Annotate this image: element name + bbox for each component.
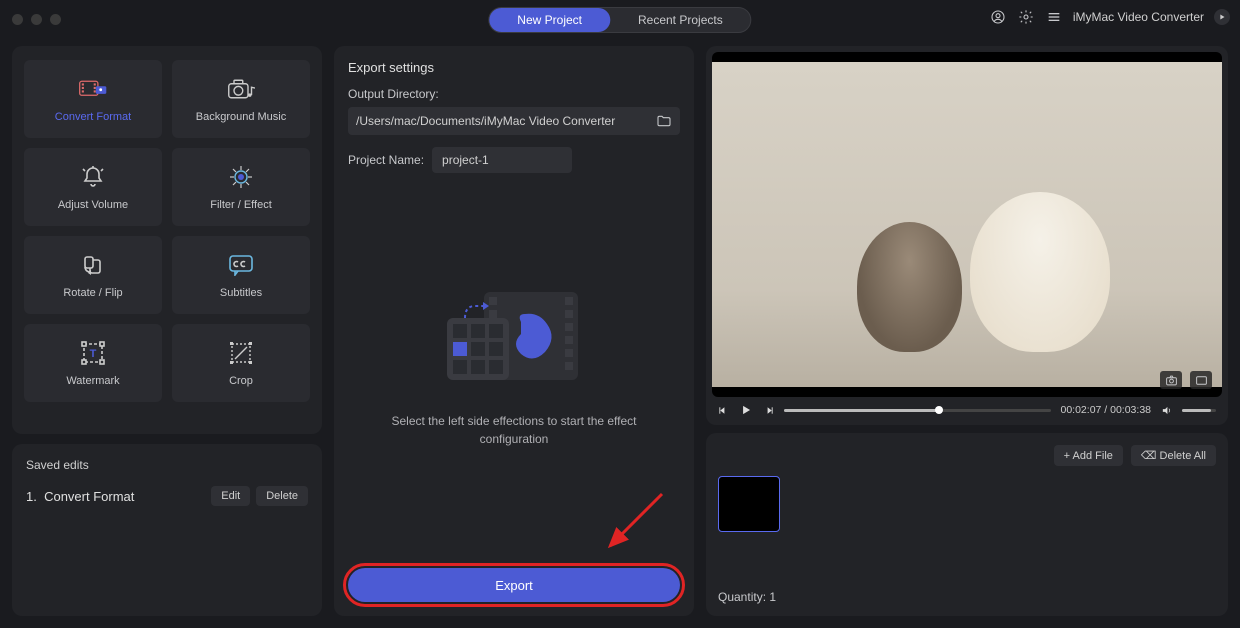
prev-track-icon[interactable] — [718, 405, 729, 416]
titlebar: New Project Recent Projects iMyMac Video… — [0, 0, 1240, 38]
cc-icon — [227, 251, 255, 279]
project-tab-switch: New Project Recent Projects — [488, 7, 751, 33]
player-controls: 00:02:07 / 00:03:38 — [712, 397, 1222, 417]
tool-label: Background Music — [196, 111, 287, 123]
tool-subtitles[interactable]: Subtitles — [172, 236, 310, 314]
menu-icon[interactable] — [1045, 8, 1063, 26]
project-name-input[interactable] — [432, 147, 572, 173]
rotate-icon — [79, 251, 107, 279]
delete-button[interactable]: Delete — [256, 486, 308, 506]
tab-recent-projects[interactable]: Recent Projects — [610, 8, 751, 32]
tab-new-project[interactable]: New Project — [489, 8, 610, 32]
traffic-maximize[interactable] — [50, 14, 61, 25]
tool-label: Watermark — [66, 375, 119, 387]
video-preview[interactable] — [712, 52, 1222, 397]
queue-thumbnail[interactable] — [718, 476, 780, 532]
header-right: iMyMac Video Converter — [989, 8, 1230, 26]
add-file-button[interactable]: + Add File — [1054, 445, 1123, 466]
output-directory-label: Output Directory: — [348, 87, 680, 101]
crop-icon — [227, 339, 255, 367]
fullscreen-icon[interactable] — [1190, 371, 1212, 389]
tool-label: Convert Format — [55, 111, 131, 123]
export-settings-title: Export settings — [348, 60, 680, 75]
export-hint-text: Select the left side effections to start… — [348, 412, 680, 448]
edit-button[interactable]: Edit — [211, 486, 250, 506]
output-directory-field[interactable]: /Users/mac/Documents/iMyMac Video Conver… — [348, 107, 680, 135]
tool-label: Adjust Volume — [58, 199, 128, 211]
preview-panel: 00:02:07 / 00:03:38 — [706, 46, 1228, 425]
volume-icon[interactable] — [1161, 405, 1172, 416]
tool-crop[interactable]: Crop — [172, 324, 310, 402]
app-logo-icon — [1214, 9, 1230, 25]
tool-adjust-volume[interactable]: Adjust Volume — [24, 148, 162, 226]
tool-label: Crop — [229, 375, 253, 387]
bell-icon — [79, 163, 107, 191]
video-frame-image — [712, 62, 1222, 387]
frame-t-icon: T — [79, 339, 107, 367]
file-queue-panel: + Add File ⌫ Delete All Quantity: 1 — [706, 433, 1228, 616]
export-button[interactable]: Export — [348, 568, 680, 602]
export-placeholder-graphic: Select the left side effections to start… — [348, 173, 680, 558]
tool-background-music[interactable]: Background Music — [172, 60, 310, 138]
settings-icon[interactable] — [1017, 8, 1035, 26]
traffic-minimize[interactable] — [31, 14, 42, 25]
tool-convert-format[interactable]: Convert Format — [24, 60, 162, 138]
saved-edit-label: 1. Convert Format — [26, 489, 134, 504]
tool-label: Filter / Effect — [210, 199, 272, 211]
film-convert-icon — [79, 75, 107, 103]
sparkle-icon — [227, 163, 255, 191]
project-name-label: Project Name: — [348, 153, 424, 167]
account-icon[interactable] — [989, 8, 1007, 26]
saved-edits-title: Saved edits — [26, 458, 308, 472]
svg-text:T: T — [90, 348, 97, 360]
snapshot-icon[interactable] — [1160, 371, 1182, 389]
tool-watermark[interactable]: T Watermark — [24, 324, 162, 402]
saved-edit-row: 1. Convert Format Edit Delete — [26, 486, 308, 506]
traffic-close[interactable] — [12, 14, 23, 25]
camera-music-icon — [227, 75, 255, 103]
progress-slider[interactable] — [784, 409, 1051, 412]
output-directory-value: /Users/mac/Documents/iMyMac Video Conver… — [356, 114, 656, 128]
tool-label: Subtitles — [220, 287, 262, 299]
volume-slider[interactable] — [1182, 409, 1216, 412]
app-name-label: iMyMac Video Converter — [1073, 10, 1204, 24]
tool-filter-effect[interactable]: Filter / Effect — [172, 148, 310, 226]
quantity-label: Quantity: 1 — [718, 590, 1216, 604]
window-traffic-lights — [12, 14, 61, 25]
time-display: 00:02:07 / 00:03:38 — [1061, 404, 1152, 416]
tool-grid-panel: Convert Format Background Music Adjust Vol… — [12, 46, 322, 434]
delete-all-button[interactable]: ⌫ Delete All — [1131, 445, 1216, 466]
export-settings-panel: Export settings Output Directory: /Users… — [334, 46, 694, 616]
play-icon[interactable] — [739, 403, 753, 417]
tool-label: Rotate / Flip — [63, 287, 122, 299]
next-track-icon[interactable] — [763, 405, 774, 416]
folder-open-icon[interactable] — [656, 113, 672, 129]
saved-edits-panel: Saved edits 1. Convert Format Edit Delet… — [12, 444, 322, 616]
tool-rotate-flip[interactable]: Rotate / Flip — [24, 236, 162, 314]
